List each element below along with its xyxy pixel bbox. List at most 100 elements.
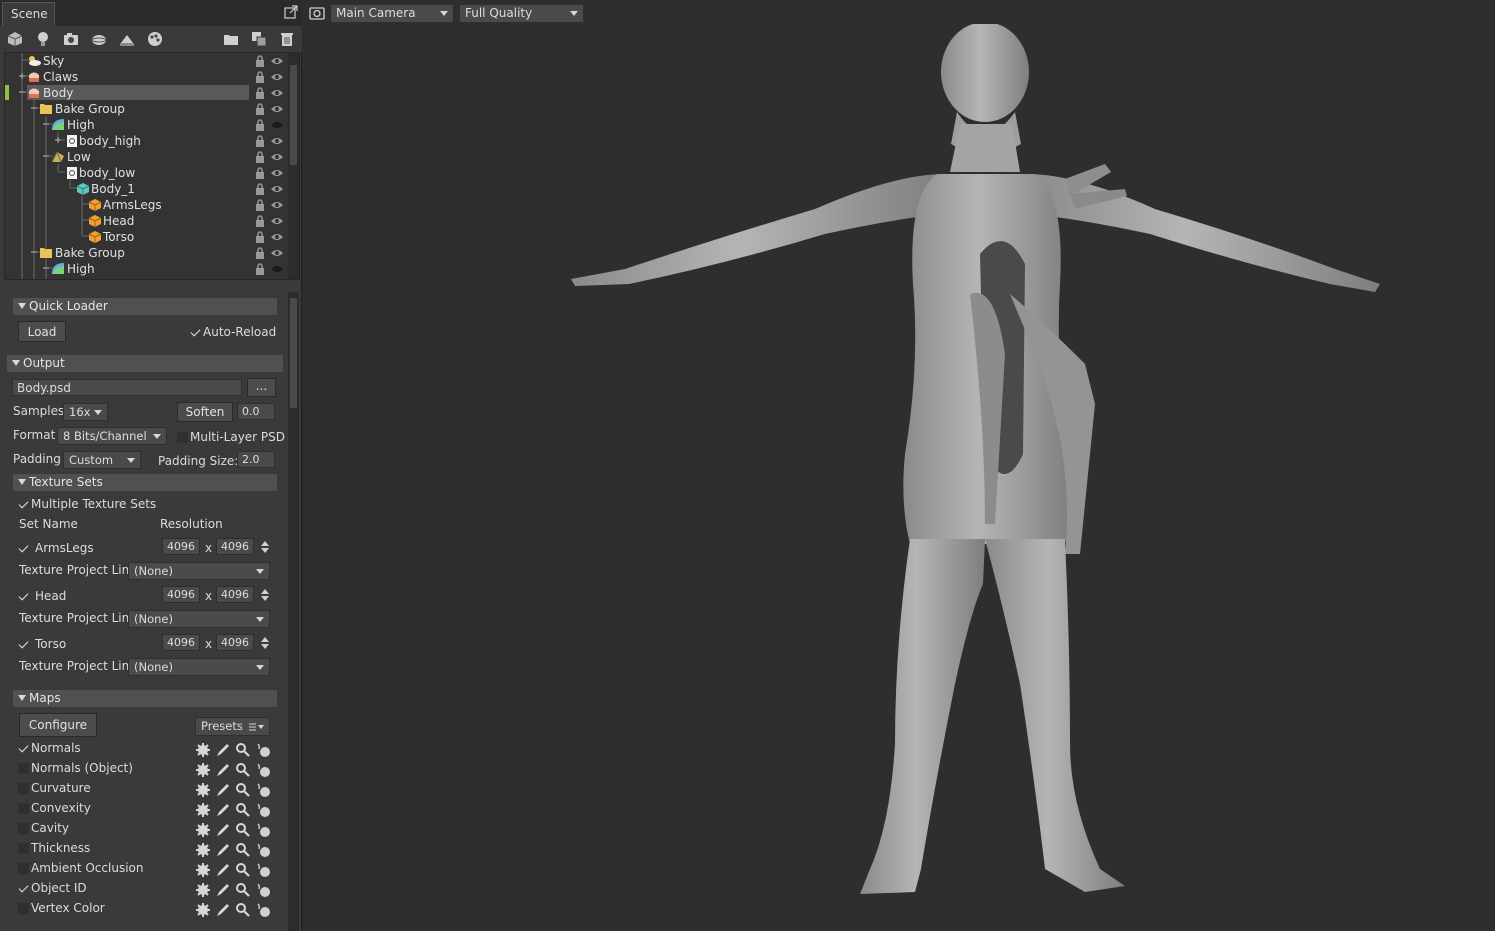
texture-set-height-field[interactable]: 4096 <box>216 586 254 603</box>
gear-icon[interactable] <box>195 902 211 918</box>
lock-icon[interactable] <box>255 119 265 131</box>
lock-icon[interactable] <box>255 151 265 163</box>
map-checkbox[interactable] <box>18 863 29 874</box>
ball-icon[interactable] <box>255 902 271 918</box>
texture-set-checkbox[interactable] <box>18 543 29 554</box>
eye-icon[interactable] <box>271 184 283 194</box>
viewport[interactable]: Main Camera Full Quality <box>303 0 1495 931</box>
tree-row-sky[interactable]: Sky <box>5 53 289 69</box>
magnifier-icon[interactable] <box>235 902 251 918</box>
ball-icon[interactable] <box>255 802 271 818</box>
texture-project-link-select[interactable]: (None) <box>128 610 270 628</box>
tree-row-body-1[interactable]: Body_1 <box>5 181 289 197</box>
map-checkbox[interactable] <box>18 883 29 894</box>
eye-icon[interactable] <box>271 104 283 114</box>
eye-icon[interactable] <box>271 72 283 82</box>
map-checkbox[interactable] <box>18 743 29 754</box>
pencil-icon[interactable] <box>215 762 231 778</box>
pencil-icon[interactable] <box>215 882 231 898</box>
tree-row-body[interactable]: Body <box>5 85 289 101</box>
quality-select[interactable]: Full Quality <box>459 4 584 23</box>
tree-scroll-thumb[interactable] <box>290 65 297 165</box>
magnifier-icon[interactable] <box>235 842 251 858</box>
map-checkbox[interactable] <box>18 783 29 794</box>
map-checkbox[interactable] <box>18 803 29 814</box>
ball-icon[interactable] <box>255 742 271 758</box>
texture-sets-header[interactable]: Texture Sets <box>13 474 277 491</box>
map-checkbox[interactable] <box>18 763 29 774</box>
tree-row-body-high[interactable]: body_high <box>5 133 289 149</box>
ball-icon[interactable] <box>255 842 271 858</box>
texture-set-width-field[interactable]: 4096 <box>162 634 200 651</box>
lock-icon[interactable] <box>255 103 265 115</box>
texture-set-height-field[interactable]: 4096 <box>216 538 254 555</box>
ball-icon[interactable] <box>255 762 271 778</box>
pencil-icon[interactable] <box>215 782 231 798</box>
map-checkbox[interactable] <box>18 903 29 914</box>
auto-reload-checkbox[interactable] <box>190 327 201 338</box>
soften-button[interactable]: Soften <box>177 402 233 422</box>
tree-row-high-2[interactable]: High <box>5 261 289 277</box>
ball-icon[interactable] <box>255 822 271 838</box>
magnifier-icon[interactable] <box>235 882 251 898</box>
pencil-icon[interactable] <box>215 842 231 858</box>
eye-icon[interactable] <box>271 232 283 242</box>
format-select[interactable]: 8 Bits/Channel <box>57 427 167 445</box>
tree-row-bake-group-2[interactable]: Bake Group <box>5 245 289 261</box>
eye-icon[interactable] <box>271 248 283 258</box>
multilayer-psd-checkbox[interactable] <box>177 432 188 443</box>
resolution-stepper-icon[interactable] <box>260 635 270 651</box>
magnifier-icon[interactable] <box>235 802 251 818</box>
magnifier-icon[interactable] <box>235 762 251 778</box>
magnifier-icon[interactable] <box>235 862 251 878</box>
texture-set-height-field[interactable]: 4096 <box>216 634 254 651</box>
gear-icon[interactable] <box>195 742 211 758</box>
add-sky-icon[interactable] <box>91 31 107 47</box>
presets-button[interactable]: Presets <box>195 717 270 736</box>
gear-icon[interactable] <box>195 862 211 878</box>
texture-set-width-field[interactable]: 4096 <box>162 538 200 555</box>
tree-row-bake-group[interactable]: Bake Group <box>5 101 289 117</box>
gear-icon[interactable] <box>195 882 211 898</box>
popout-icon[interactable] <box>284 5 298 19</box>
scene-tab[interactable]: Scene <box>2 2 55 26</box>
pencil-icon[interactable] <box>215 822 231 838</box>
pencil-icon[interactable] <box>215 742 231 758</box>
quick-loader-header[interactable]: Quick Loader <box>13 298 277 315</box>
tree-row-torso[interactable]: Torso <box>5 229 289 245</box>
lock-icon[interactable] <box>255 199 265 211</box>
pencil-icon[interactable] <box>215 902 231 918</box>
ball-icon[interactable] <box>255 782 271 798</box>
add-material-icon[interactable] <box>147 31 163 47</box>
multiple-texture-sets-checkbox[interactable] <box>18 499 29 510</box>
texture-project-link-select[interactable]: (None) <box>128 562 270 580</box>
duplicate-icon[interactable] <box>251 31 267 47</box>
texture-set-checkbox[interactable] <box>18 639 29 650</box>
lock-icon[interactable] <box>255 247 265 259</box>
tree-row-body-low[interactable]: body_low <box>5 165 289 181</box>
magnifier-icon[interactable] <box>235 782 251 798</box>
output-filename-field[interactable]: Body.psd <box>12 379 242 396</box>
output-header[interactable]: Output <box>7 355 283 372</box>
gear-icon[interactable] <box>195 782 211 798</box>
padding-select[interactable]: Custom <box>63 451 141 469</box>
texture-set-checkbox[interactable] <box>18 591 29 602</box>
ball-icon[interactable] <box>255 882 271 898</box>
tree-row-high[interactable]: High <box>5 117 289 133</box>
lock-icon[interactable] <box>255 71 265 83</box>
gear-icon[interactable] <box>195 842 211 858</box>
pencil-icon[interactable] <box>215 862 231 878</box>
tree-row-low[interactable]: Low <box>5 149 289 165</box>
resolution-stepper-icon[interactable] <box>260 587 270 603</box>
load-button[interactable]: Load <box>18 321 66 342</box>
eye-icon[interactable] <box>271 56 283 66</box>
eye-icon[interactable] <box>271 200 283 210</box>
gear-icon[interactable] <box>195 822 211 838</box>
lock-icon[interactable] <box>255 231 265 243</box>
lock-icon[interactable] <box>255 263 265 275</box>
eye-icon[interactable] <box>271 88 283 98</box>
soften-value-field[interactable]: 0.0 <box>237 403 275 420</box>
properties-scroll-thumb[interactable] <box>290 298 297 408</box>
map-checkbox[interactable] <box>18 843 29 854</box>
pencil-icon[interactable] <box>215 802 231 818</box>
